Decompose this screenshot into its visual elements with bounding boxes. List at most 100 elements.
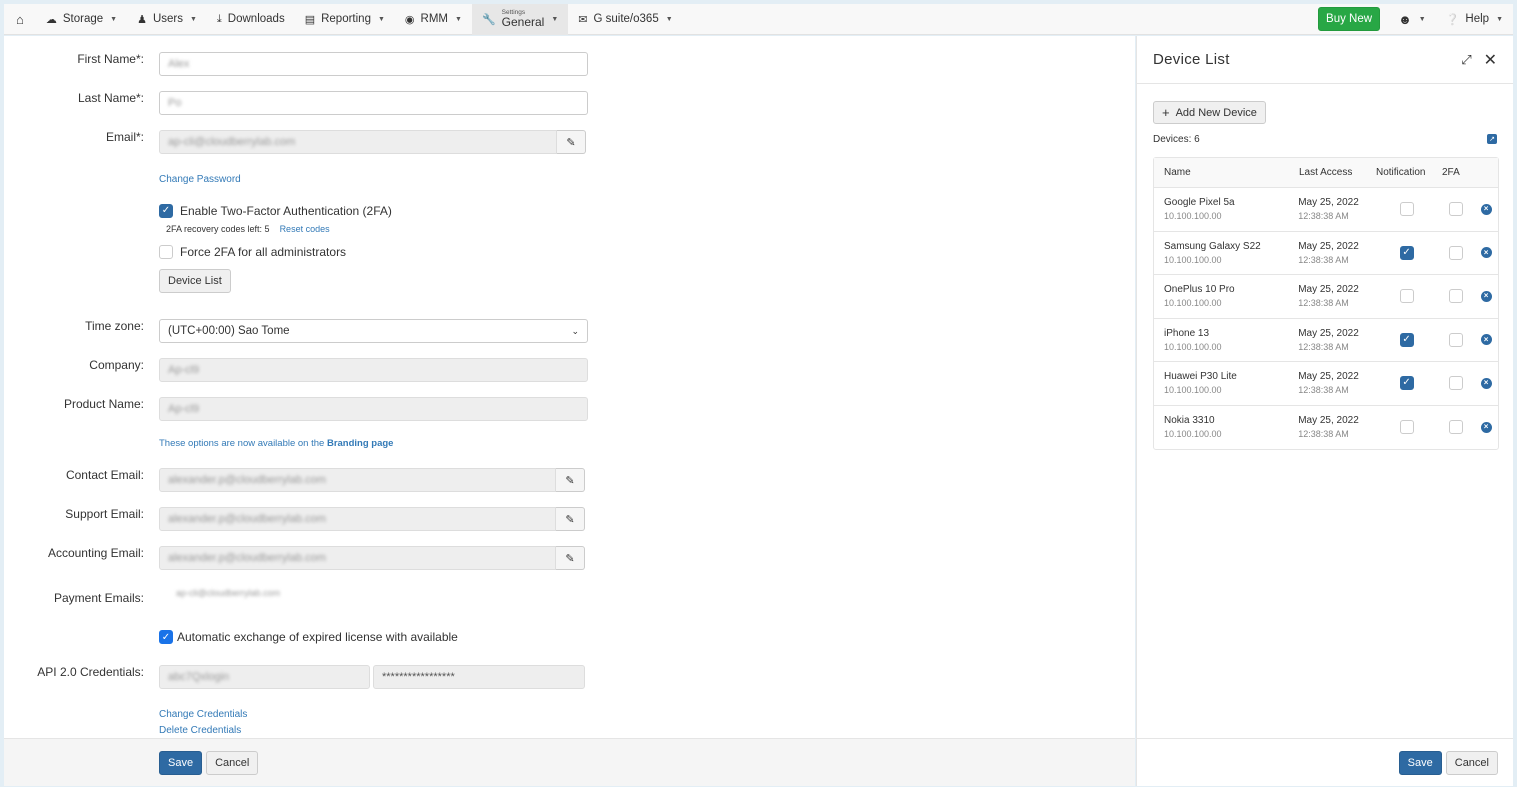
last-name-input[interactable]: Po <box>159 91 588 115</box>
force-2fa-label: Force 2FA for all administrators <box>180 245 347 259</box>
change-password-link[interactable]: Change Password <box>159 174 241 185</box>
buy-new-button[interactable]: Buy New <box>1318 7 1381 31</box>
expand-icon[interactable]: ⤢ <box>1461 52 1471 68</box>
nav-settings-general[interactable]: 🔧 Settings General ▼ <box>471 3 569 35</box>
col-name[interactable]: Name <box>1154 167 1299 178</box>
cancel-button[interactable]: Cancel <box>206 751 259 775</box>
recovery-codes-text: 2FA recovery codes left: 5 <box>166 224 270 234</box>
close-icon[interactable]: ✕ <box>1484 50 1497 70</box>
enable-2fa-label: Enable Two-Factor Authentication (2FA) <box>180 204 392 218</box>
panel-cancel-button[interactable]: Cancel <box>1445 750 1498 775</box>
account-menu[interactable]: ☻ ▼ <box>1388 4 1436 35</box>
notification-checkbox[interactable]: ✓ <box>1399 245 1414 260</box>
edit-contact-email-button[interactable]: ✎ <box>556 468 585 492</box>
device-name: OnePlus 10 Pro <box>1164 284 1235 296</box>
device-ip: 10.100.100.00 <box>1164 341 1222 352</box>
change-credentials-link[interactable]: Change Credentials <box>159 709 247 720</box>
device-row: iPhone 13 10.100.100.00 May 25, 2022 12:38:… <box>1154 319 1498 362</box>
external-link-icon[interactable]: ↗ <box>1487 134 1497 144</box>
panel-title: Device List <box>1153 51 1230 68</box>
help-menu[interactable]: ❔ Help ▼ <box>1436 4 1513 35</box>
support-email-input[interactable]: alexander.p@cloudberrylab.com <box>159 507 556 531</box>
last-name-label: Last Name*: <box>77 91 144 105</box>
col-2fa[interactable]: 2FA <box>1442 167 1478 178</box>
reset-codes-link[interactable]: Reset codes <box>280 224 330 234</box>
cloud-icon: ☁ <box>45 13 57 26</box>
device-row: Samsung Galaxy S22 10.100.100.00 May 25, 2… <box>1154 232 1498 275</box>
device-name: Huawei P30 Lite <box>1164 371 1237 383</box>
edit-icon: ✎ <box>565 513 575 526</box>
caret-down-icon: ▼ <box>665 15 673 23</box>
contact-email-input[interactable]: alexander.p@cloudberrylab.com <box>159 468 556 492</box>
accounting-email-input[interactable]: alexander.p@cloudberrylab.com <box>159 546 556 570</box>
last-access-time: 12:38:38 AM <box>1298 385 1349 396</box>
time-zone-select[interactable]: (UTC+00:00) Sao Tome ⌄ <box>159 319 588 343</box>
remove-device-icon[interactable]: × <box>1480 247 1492 259</box>
force-2fa-checkbox[interactable] <box>159 245 173 259</box>
edit-accounting-email-button[interactable]: ✎ <box>556 546 585 570</box>
support-email-label: Support Email: <box>65 507 144 521</box>
enable-2fa-checkbox[interactable]: ✓ <box>159 204 173 218</box>
save-button[interactable]: Save <box>159 751 203 775</box>
edit-email-button[interactable]: ✎ <box>557 130 586 154</box>
panel-save-button[interactable]: Save <box>1398 750 1442 775</box>
2fa-checkbox[interactable] <box>1449 376 1464 391</box>
device-list-button[interactable]: Device List <box>159 269 231 293</box>
nav-downloads[interactable]: ⤓ Downloads <box>207 4 295 35</box>
nav-reporting[interactable]: ▤ Reporting ▼ <box>295 4 395 35</box>
remove-device-icon[interactable]: × <box>1480 377 1492 389</box>
nav-gsuite[interactable]: ✉ G suite/o365 ▼ <box>568 4 682 35</box>
2fa-checkbox[interactable] <box>1449 332 1464 347</box>
home-icon: ⌂ <box>16 11 24 27</box>
remove-device-icon[interactable]: × <box>1480 421 1492 433</box>
api-password-input[interactable]: ***************** <box>373 665 585 689</box>
user-icon: ♟ <box>137 13 147 26</box>
notification-checkbox[interactable] <box>1399 289 1414 304</box>
device-ip: 10.100.100.00 <box>1164 385 1222 396</box>
delete-credentials-link[interactable]: Delete Credentials <box>159 725 241 736</box>
2fa-checkbox[interactable] <box>1449 245 1464 260</box>
notification-checkbox[interactable] <box>1399 202 1414 217</box>
edit-icon: ✎ <box>565 474 575 487</box>
2fa-checkbox[interactable] <box>1449 420 1464 435</box>
accounting-email-label: Accounting Email: <box>47 546 144 560</box>
2fa-checkbox[interactable] <box>1449 202 1464 217</box>
device-count: Devices: 6 <box>1153 134 1200 145</box>
edit-icon: ✎ <box>566 136 576 149</box>
caret-down-icon: ▼ <box>110 15 118 23</box>
add-new-device-button[interactable]: + Add New Device <box>1153 101 1266 124</box>
nav-rmm[interactable]: ◉ RMM ▼ <box>395 4 472 35</box>
2fa-checkbox[interactable] <box>1449 289 1464 304</box>
remove-device-icon[interactable]: × <box>1480 203 1492 215</box>
nav-users[interactable]: ♟ Users ▼ <box>127 4 207 35</box>
device-name: iPhone 13 <box>1164 327 1210 339</box>
first-name-input[interactable]: Alex <box>159 52 588 76</box>
product-name-input[interactable]: Ap-cl9 <box>159 397 588 421</box>
remove-device-icon[interactable]: × <box>1480 290 1492 302</box>
caret-down-icon: ▼ <box>1418 15 1426 23</box>
company-label: Company: <box>89 358 144 372</box>
company-input[interactable]: Ap-cl9 <box>159 358 588 382</box>
email-label: Email*: <box>105 130 144 144</box>
email-input[interactable]: ap-cli@cloudberrylab.com <box>159 130 557 154</box>
device-ip: 10.100.100.00 <box>1164 211 1222 222</box>
nav-storage[interactable]: ☁ Storage ▼ <box>36 4 127 35</box>
col-notification[interactable]: Notification <box>1376 167 1442 178</box>
notification-checkbox[interactable]: ✓ <box>1399 376 1414 391</box>
api-login-input[interactable]: abc7Qxlogin <box>159 665 370 689</box>
notification-checkbox[interactable] <box>1399 420 1414 435</box>
product-name-label: Product Name: <box>63 397 144 411</box>
caret-down-icon: ▼ <box>1496 15 1503 23</box>
col-last-access[interactable]: Last Access <box>1299 167 1376 178</box>
branding-page-link[interactable]: Branding page <box>327 438 394 449</box>
caret-down-icon: ▼ <box>377 15 385 23</box>
edit-support-email-button[interactable]: ✎ <box>556 507 585 531</box>
home-button[interactable]: ⌂ <box>4 4 36 35</box>
last-access-date: May 25, 2022 <box>1298 240 1359 252</box>
last-access-date: May 25, 2022 <box>1298 197 1359 209</box>
device-ip: 10.100.100.00 <box>1164 254 1222 265</box>
notification-checkbox[interactable]: ✓ <box>1399 332 1414 347</box>
user-circle-icon: ☻ <box>1398 11 1412 27</box>
auto-exchange-checkbox[interactable]: ✓ <box>159 630 173 644</box>
remove-device-icon[interactable]: × <box>1480 334 1492 346</box>
